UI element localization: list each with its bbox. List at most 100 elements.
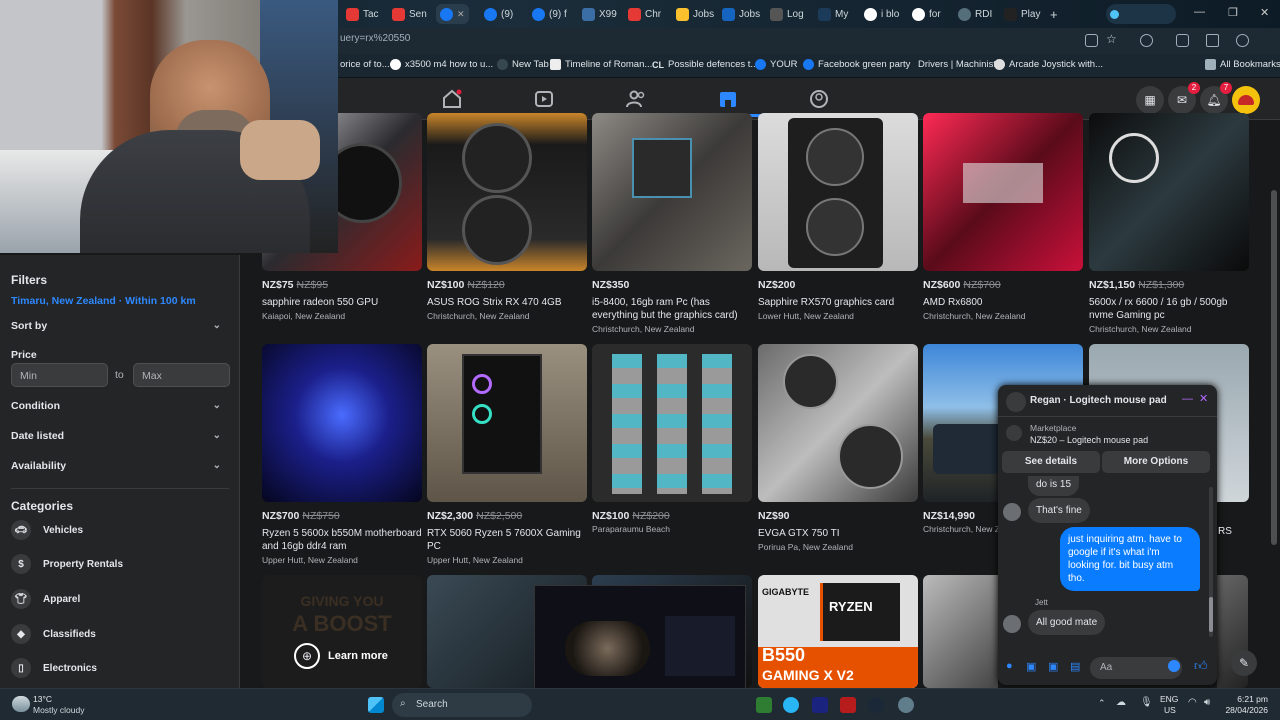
listing-card[interactable]: NZ$200 Sapphire RX570 graphics card Lowe… (758, 113, 918, 321)
maximize-icon[interactable]: ❐ (1228, 6, 1238, 19)
sponsored-ad[interactable]: GIVING YOU A BOOST ⊕ Learn more (262, 575, 422, 688)
browser-tab[interactable]: RDI (954, 4, 996, 24)
new-message-button[interactable]: ✎ (1231, 650, 1257, 676)
location-filter[interactable]: Timaru, New Zealand · Within 100 km (11, 295, 196, 307)
temperature[interactable]: 13°C (33, 694, 52, 704)
listing-image[interactable] (923, 575, 998, 688)
browser-tab[interactable]: Sen (388, 4, 431, 24)
listing-image[interactable]: GIGABYTE RYZEN B550 GAMING X V2 (758, 575, 918, 688)
close-tab-icon[interactable]: ✕ (457, 9, 465, 20)
sidepanel-icon[interactable] (1176, 34, 1189, 47)
new-tab-button[interactable]: + (1046, 4, 1062, 24)
microphone-icon[interactable]: ● (1006, 660, 1013, 672)
availability-dropdown[interactable]: Availability ⌄ (11, 460, 229, 472)
bookmark[interactable]: YOUR (755, 59, 797, 70)
see-details-button[interactable]: See details (1002, 451, 1100, 473)
friends-icon[interactable] (625, 88, 647, 110)
browser-tab[interactable]: (9) f (528, 4, 571, 24)
app-icon[interactable] (756, 697, 772, 713)
account-avatar[interactable] (1232, 86, 1260, 114)
category-classifieds[interactable]: ◆ Classifieds (11, 624, 96, 644)
settings-icon[interactable] (898, 697, 914, 713)
cast-icon[interactable] (1085, 34, 1098, 47)
microphone-icon[interactable]: 🎙︎ (1140, 697, 1153, 708)
browser-tab[interactable]: Tac (342, 4, 383, 24)
app-icon[interactable] (812, 697, 828, 713)
sticker-icon[interactable]: ▣ (1048, 660, 1058, 673)
chat-scrollbar[interactable] (1209, 487, 1213, 637)
onedrive-icon[interactable]: ☁ (1116, 697, 1126, 708)
category-vehicles[interactable]: 🚗︎ Vehicles (11, 520, 83, 540)
bookmark[interactable]: New Tab (497, 59, 549, 70)
messenger-button[interactable]: ✉ 2 (1168, 82, 1200, 114)
bookmark[interactable]: x3500 m4 how to u... (390, 59, 493, 70)
browser-tab[interactable]: Jobs (672, 4, 718, 24)
video-icon[interactable] (533, 88, 555, 110)
bookmark[interactable]: Timeline of Roman... (550, 59, 652, 70)
telegram-icon[interactable] (783, 697, 799, 713)
clock-date[interactable]: 28/04/2026 (1222, 705, 1268, 715)
wifi-icon[interactable]: ◠ (1188, 697, 1197, 708)
bookmark[interactable]: CL Possible defences t... (652, 59, 758, 70)
all-bookmarks[interactable]: All Bookmarks (1205, 59, 1280, 70)
browser-tab[interactable]: My (814, 4, 852, 24)
gemini-button[interactable] (1106, 4, 1176, 24)
emoji-icon[interactable] (1168, 660, 1180, 672)
category-apparel[interactable]: 👕︎ Apparel (11, 589, 80, 609)
bookmark[interactable]: Arcade Joystick with... (994, 59, 1103, 70)
extensions-icon[interactable] (1140, 34, 1153, 47)
browser-tab[interactable]: ✕ (436, 4, 469, 24)
browser-tab[interactable]: Log (766, 4, 808, 24)
star-icon[interactable]: ☆ (1106, 32, 1117, 46)
listing-card[interactable]: NZ$2,300 NZ$2,500 RTX 5060 Ryzen 5 7600X … (427, 344, 587, 565)
chevron-up-icon[interactable]: ⌃ (1098, 698, 1106, 709)
browser-tab[interactable]: (9) (480, 4, 517, 24)
max-price-input[interactable]: Max (133, 363, 230, 387)
learn-more-button[interactable]: ⊕ Learn more (294, 643, 388, 669)
browser-tab[interactable]: i blo (860, 4, 903, 24)
listing-card[interactable]: NZ$350 i5-8400, 16gb ram Pc (has everyth… (592, 113, 752, 334)
listing-card[interactable]: NZ$100 NZ$120 ASUS ROG Strix RX 470 4GB C… (427, 113, 587, 321)
listing-card[interactable]: NZ$90 EVGA GTX 750 TI Porirua Pa, New Ze… (758, 344, 918, 552)
browser-tab[interactable]: Chr (624, 4, 665, 24)
minimize-chat-icon[interactable]: — (1182, 393, 1193, 405)
browser-tab[interactable]: Jobs (718, 4, 764, 24)
bookmark[interactable]: orice of to... (340, 59, 390, 70)
more-options-button[interactable]: More Options (1102, 451, 1210, 473)
menu-button[interactable]: ▦ (1136, 86, 1164, 114)
min-price-input[interactable]: Min (11, 363, 108, 387)
marketplace-icon[interactable] (717, 88, 739, 110)
category-property-rentals[interactable]: $ Property Rentals (11, 554, 123, 574)
groups-icon[interactable] (808, 88, 830, 110)
category-electronics[interactable]: ▯ Electronics (11, 658, 97, 678)
download-icon[interactable] (1206, 34, 1219, 47)
weather-text[interactable]: Mostly cloudy (33, 705, 85, 715)
browser-tab[interactable]: X99 (578, 4, 621, 24)
browser-tab[interactable]: Play (1000, 4, 1044, 24)
listing-card[interactable]: NZ$700 NZ$750 Ryzen 5 5600x b550M motherb… (262, 344, 422, 565)
sort-by-dropdown[interactable]: Sort by ⌄ (11, 320, 229, 332)
gif-icon[interactable]: ▤ (1070, 660, 1080, 673)
home-icon[interactable] (441, 88, 463, 110)
language-indicator[interactable]: ENG (1160, 694, 1178, 704)
minimize-icon[interactable]: — (1194, 6, 1205, 18)
page-scrollbar[interactable] (1271, 190, 1277, 545)
url-field[interactable]: uery=rx%20550 (340, 33, 410, 44)
close-window-icon[interactable]: ✕ (1260, 6, 1269, 19)
browser-tab[interactable]: for (908, 4, 945, 24)
bookmark[interactable]: Facebook green party (803, 59, 910, 70)
language-region[interactable]: US (1164, 705, 1176, 715)
profile-icon[interactable] (1236, 34, 1249, 47)
listing-card[interactable]: NZ$600 NZ$700 AMD Rx6800 Christchurch, Ne… (923, 113, 1083, 321)
app-icon[interactable] (840, 697, 856, 713)
close-chat-icon[interactable]: ✕ (1199, 392, 1208, 405)
listing-card[interactable]: NZ$100 NZ$200 Paraparaumu Beach (592, 344, 752, 534)
photo-icon[interactable]: ▣ (1026, 660, 1036, 673)
date-listed-dropdown[interactable]: Date listed ⌄ (11, 430, 229, 442)
steam-icon[interactable] (868, 697, 884, 713)
bookmark[interactable]: Drivers | Machinist (918, 59, 996, 70)
clock-time[interactable]: 6:21 pm (1228, 694, 1268, 704)
speaker-icon[interactable]: 🔊︎ (1204, 697, 1210, 708)
chat-title[interactable]: Regan · Logitech mouse pad (1030, 395, 1167, 406)
notifications-button[interactable]: 🔔︎ 7 (1200, 82, 1232, 114)
